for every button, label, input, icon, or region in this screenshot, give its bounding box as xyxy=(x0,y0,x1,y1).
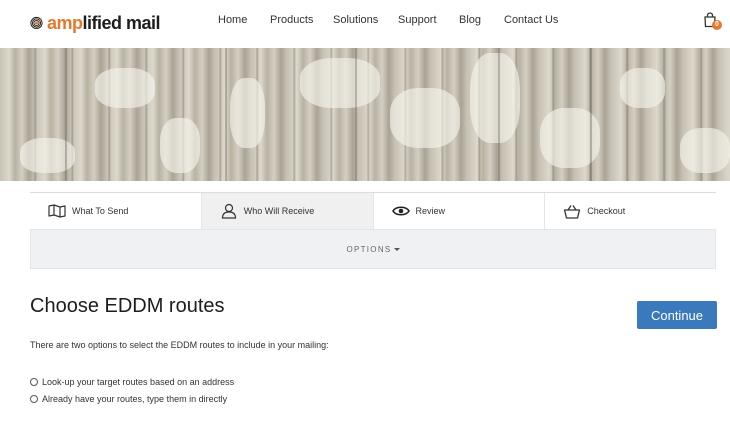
logo-amp: amp xyxy=(46,12,83,33)
cart-button[interactable]: 0 xyxy=(703,12,723,32)
step-label: Review xyxy=(415,206,446,216)
basket-icon xyxy=(562,201,582,221)
eye-icon xyxy=(391,201,411,221)
person-icon xyxy=(219,201,239,221)
step-label: What To Send xyxy=(72,206,129,216)
nav-solutions[interactable]: Solutions xyxy=(333,14,378,26)
page-title: Choose EDDM routes xyxy=(30,295,225,317)
logo-wordmark: amplified mail xyxy=(46,12,161,34)
nav-products[interactable]: Products xyxy=(270,14,313,26)
intro-text: There are two options to select the EDDM… xyxy=(30,340,329,350)
logo-rest: lified mail xyxy=(82,12,160,33)
step-label: Who Will Receive xyxy=(243,206,315,216)
continue-button[interactable]: Continue xyxy=(637,301,717,329)
logo-target-icon xyxy=(30,16,43,30)
step-what-to-send[interactable]: What To Send xyxy=(30,193,202,229)
site-header: amplified mail Home Products Solutions S… xyxy=(0,0,730,48)
radio-button[interactable] xyxy=(30,378,38,386)
order-steps: What To Send Who Will Receive Review Che… xyxy=(30,192,716,229)
radio-lookup-routes[interactable]: Look-up your target routes based on an a… xyxy=(30,377,234,387)
hero-banner-image xyxy=(0,48,730,181)
cart-count-badge: 0 xyxy=(712,20,722,30)
caret-down-icon xyxy=(393,247,400,251)
radio-button[interactable] xyxy=(30,395,38,403)
radio-label: Already have your routes, type them in d… xyxy=(42,394,228,404)
step-who-will-receive[interactable]: Who Will Receive xyxy=(201,193,374,229)
map-icon xyxy=(47,201,67,221)
radio-type-routes[interactable]: Already have your routes, type them in d… xyxy=(30,394,227,404)
radio-label: Look-up your target routes based on an a… xyxy=(42,377,235,387)
options-label: OPTIONS xyxy=(346,244,392,254)
step-label: Checkout xyxy=(587,206,626,216)
nav-contact-us[interactable]: Contact Us xyxy=(504,14,558,26)
logo[interactable]: amplified mail xyxy=(30,7,160,39)
nav-blog[interactable]: Blog xyxy=(459,14,481,26)
nav-home[interactable]: Home xyxy=(218,14,247,26)
step-review[interactable]: Review xyxy=(373,193,546,229)
options-dropdown[interactable]: OPTIONS xyxy=(346,244,400,254)
options-bar: OPTIONS xyxy=(30,229,716,269)
step-checkout[interactable]: Checkout xyxy=(545,193,716,229)
nav-support[interactable]: Support xyxy=(398,14,437,26)
